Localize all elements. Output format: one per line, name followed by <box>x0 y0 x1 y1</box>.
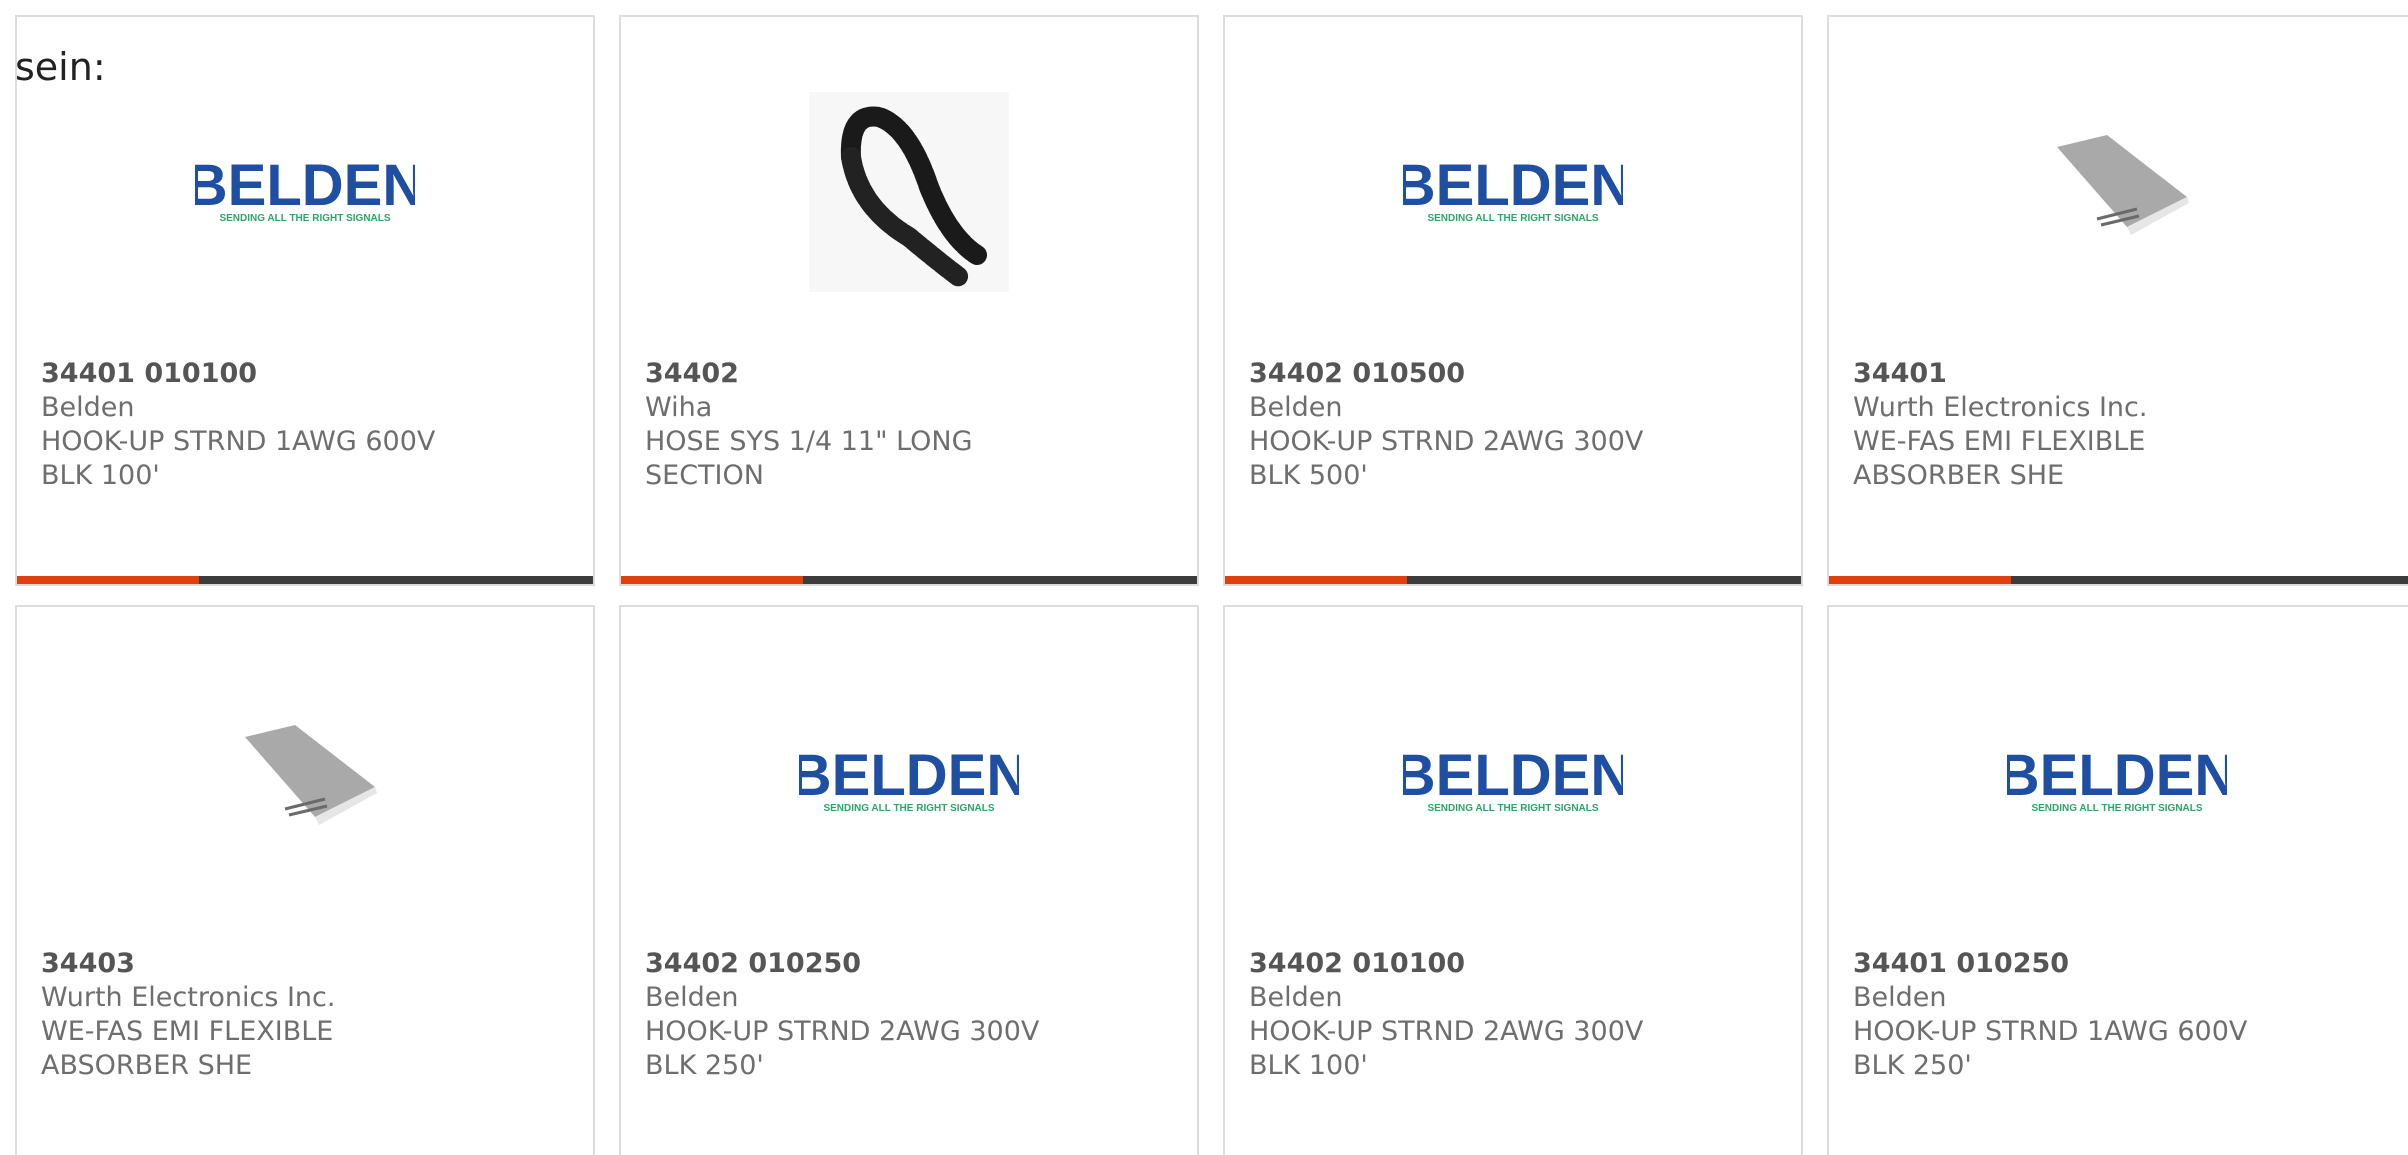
product-description: HOOK-UP STRND 2AWG 300V BLK 500' <box>1249 426 1644 491</box>
product-card[interactable]: 34403 Wurth Electronics Inc. WE-FAS EMI … <box>15 605 595 1155</box>
card-accent-bar <box>621 576 803 584</box>
product-card[interactable]: BELDEN SENDING ALL THE RIGHT SIGNALS 344… <box>1827 605 2408 1155</box>
logo-wordmark: BELDEN <box>1403 747 1623 808</box>
part-number[interactable]: 34401 010100 <box>41 357 471 391</box>
manufacturer: Wurth Electronics Inc. <box>1853 392 2148 423</box>
product-card[interactable]: BELDEN SENDING ALL THE RIGHT SIGNALS 344… <box>1223 605 1803 1155</box>
product-image[interactable]: BELDEN SENDING ALL THE RIGHT SIGNALS <box>1829 667 2405 897</box>
manufacturer: Belden <box>1249 392 1343 423</box>
product-grid-page: BELDEN SENDING ALL THE RIGHT SIGNALS 344… <box>0 0 2408 1155</box>
product-description: HOOK-UP STRND 1AWG 600V BLK 250' <box>1853 1016 2248 1081</box>
product-image[interactable] <box>621 77 1197 307</box>
part-number[interactable]: 34402 010250 <box>645 947 1075 981</box>
belden-logo-image: BELDEN SENDING ALL THE RIGHT SIGNALS <box>2007 747 2227 814</box>
product-image[interactable]: BELDEN SENDING ALL THE RIGHT SIGNALS <box>17 77 593 307</box>
part-number[interactable]: 34401 <box>1853 357 2283 391</box>
logo-wordmark: BELDEN <box>2007 747 2227 808</box>
logo-tagline: SENDING ALL THE RIGHT SIGNALS <box>1427 803 1598 814</box>
product-image[interactable]: BELDEN SENDING ALL THE RIGHT SIGNALS <box>621 667 1197 897</box>
logo-tagline: SENDING ALL THE RIGHT SIGNALS <box>219 213 390 224</box>
manufacturer: Wurth Electronics Inc. <box>41 982 336 1013</box>
belden-logo-image: BELDEN SENDING ALL THE RIGHT SIGNALS <box>195 157 415 224</box>
product-info: 34401 Wurth Electronics Inc. WE-FAS EMI … <box>1853 357 2283 493</box>
card-bottom-bar <box>1829 576 2408 584</box>
manufacturer: Belden <box>41 392 135 423</box>
card-accent-bar <box>1829 576 2011 584</box>
product-image[interactable]: BELDEN SENDING ALL THE RIGHT SIGNALS <box>1225 667 1801 897</box>
logo-wordmark: BELDEN <box>1403 157 1623 218</box>
product-info: 34401 010100 Belden HOOK-UP STRND 1AWG 6… <box>41 357 471 493</box>
card-bottom-bar <box>621 576 1197 584</box>
part-number[interactable]: 34401 010250 <box>1853 947 2283 981</box>
belden-logo-image: BELDEN SENDING ALL THE RIGHT SIGNALS <box>1403 157 1623 224</box>
product-card[interactable]: BELDEN SENDING ALL THE RIGHT SIGNALS 344… <box>1223 15 1803 586</box>
intro-text: sein: <box>15 45 106 89</box>
part-number[interactable]: 34402 010500 <box>1249 357 1679 391</box>
product-image[interactable]: BELDEN SENDING ALL THE RIGHT SIGNALS <box>1225 77 1801 307</box>
card-accent-bar <box>17 576 199 584</box>
product-description: HOOK-UP STRND 1AWG 600V BLK 100' <box>41 426 436 491</box>
product-info: 34402 010250 Belden HOOK-UP STRND 2AWG 3… <box>645 947 1075 1083</box>
product-info: 34402 Wiha HOSE SYS 1/4 11" LONG SECTION <box>645 357 1075 493</box>
manufacturer: Wiha <box>645 392 713 423</box>
absorber-sheet-image <box>245 725 377 825</box>
absorber-sheet-image <box>2057 135 2189 235</box>
logo-wordmark: BELDEN <box>195 157 415 218</box>
product-info: 34403 Wurth Electronics Inc. WE-FAS EMI … <box>41 947 471 1083</box>
product-description: HOOK-UP STRND 2AWG 300V BLK 100' <box>1249 1016 1644 1081</box>
logo-tagline: SENDING ALL THE RIGHT SIGNALS <box>1427 213 1598 224</box>
product-description: HOOK-UP STRND 2AWG 300V BLK 250' <box>645 1016 1040 1081</box>
product-card[interactable]: BELDEN SENDING ALL THE RIGHT SIGNALS 344… <box>619 605 1199 1155</box>
manufacturer: Belden <box>645 982 739 1013</box>
product-description: HOSE SYS 1/4 11" LONG SECTION <box>645 426 973 491</box>
belden-logo-image: BELDEN SENDING ALL THE RIGHT SIGNALS <box>1403 747 1623 814</box>
part-number[interactable]: 34403 <box>41 947 471 981</box>
logo-tagline: SENDING ALL THE RIGHT SIGNALS <box>2031 803 2202 814</box>
belden-logo-image: BELDEN SENDING ALL THE RIGHT SIGNALS <box>799 747 1019 814</box>
product-image[interactable] <box>1829 77 2405 307</box>
logo-tagline: SENDING ALL THE RIGHT SIGNALS <box>823 803 994 814</box>
product-card[interactable]: 34402 Wiha HOSE SYS 1/4 11" LONG SECTION <box>619 15 1199 586</box>
product-info: 34402 010500 Belden HOOK-UP STRND 2AWG 3… <box>1249 357 1679 493</box>
manufacturer: Belden <box>1853 982 1947 1013</box>
product-card[interactable]: BELDEN SENDING ALL THE RIGHT SIGNALS 344… <box>15 15 595 586</box>
card-bottom-bar <box>17 576 593 584</box>
product-card[interactable]: 34401 Wurth Electronics Inc. WE-FAS EMI … <box>1827 15 2408 586</box>
product-description: WE-FAS EMI FLEXIBLE ABSORBER SHE <box>1853 426 2146 491</box>
product-info: 34402 010100 Belden HOOK-UP STRND 2AWG 3… <box>1249 947 1679 1083</box>
manufacturer: Belden <box>1249 982 1343 1013</box>
logo-wordmark: BELDEN <box>799 747 1019 808</box>
part-number[interactable]: 34402 010100 <box>1249 947 1679 981</box>
card-bottom-bar <box>1225 576 1801 584</box>
part-number[interactable]: 34402 <box>645 357 1075 391</box>
hose-photo-image <box>809 92 1009 292</box>
product-info: 34401 010250 Belden HOOK-UP STRND 1AWG 6… <box>1853 947 2283 1083</box>
product-image[interactable] <box>17 667 593 897</box>
card-accent-bar <box>1225 576 1407 584</box>
product-description: WE-FAS EMI FLEXIBLE ABSORBER SHE <box>41 1016 334 1081</box>
